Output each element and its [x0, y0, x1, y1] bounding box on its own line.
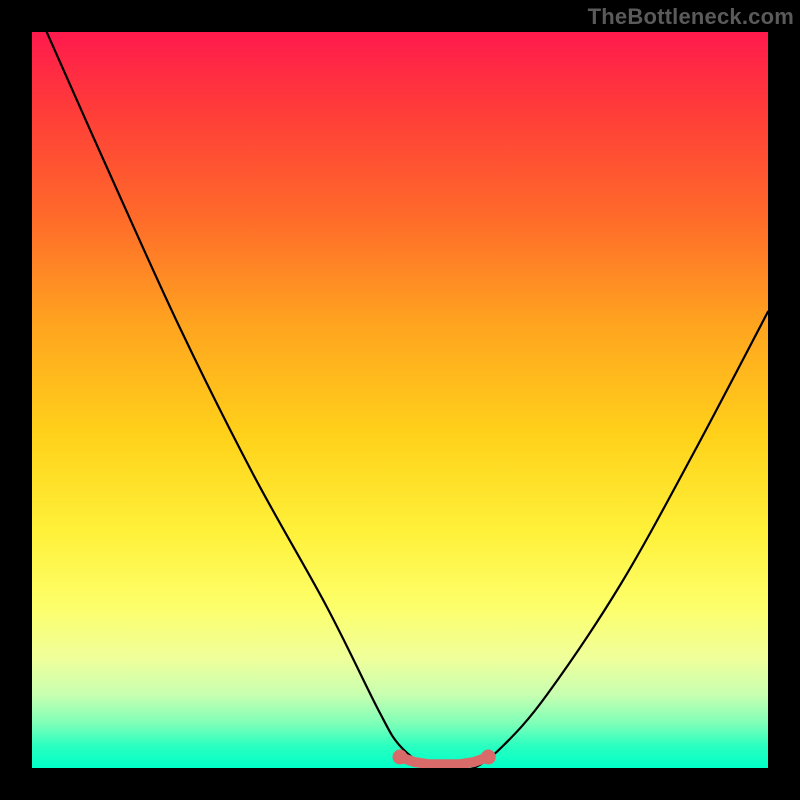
flat-segment-endpoint — [481, 750, 496, 765]
chart-plot-area — [32, 32, 768, 768]
watermark-label: TheBottleneck.com — [588, 4, 794, 30]
chart-frame: TheBottleneck.com — [0, 0, 800, 800]
bottleneck-curve — [47, 32, 768, 768]
chart-svg — [32, 32, 768, 768]
flat-segment-endpoint — [393, 750, 408, 765]
flat-segment-markers — [393, 750, 496, 765]
flat-segment-line — [400, 757, 488, 764]
